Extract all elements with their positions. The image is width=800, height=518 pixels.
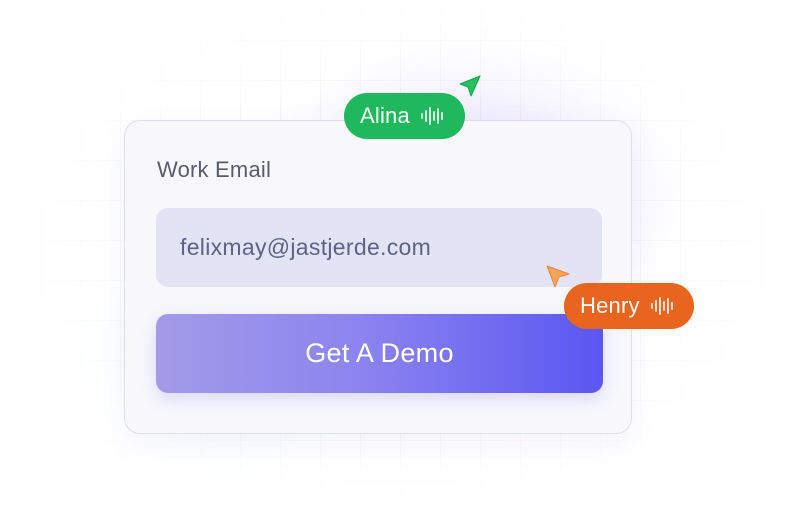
collaborator-tag-henry: Henry (564, 283, 694, 329)
get-a-demo-button[interactable]: Get A Demo (156, 314, 603, 393)
audio-wave-icon (650, 297, 673, 315)
collaborator-tag-alina: Alina (344, 93, 465, 139)
cursor-arrow-icon (459, 75, 481, 97)
work-email-value: felixmay@jastjerde.com (180, 234, 432, 260)
demo-request-scene: Work Email felixmay@jastjerde.com Get A … (0, 0, 800, 518)
work-email-input[interactable]: felixmay@jastjerde.com (156, 208, 602, 287)
collaborator-name: Alina (360, 103, 410, 128)
work-email-label: Work Email (157, 157, 272, 182)
get-a-demo-label: Get A Demo (305, 338, 454, 368)
cursor-arrow-icon (546, 265, 570, 288)
audio-wave-icon (420, 107, 443, 125)
collaborator-name: Henry (580, 293, 640, 318)
